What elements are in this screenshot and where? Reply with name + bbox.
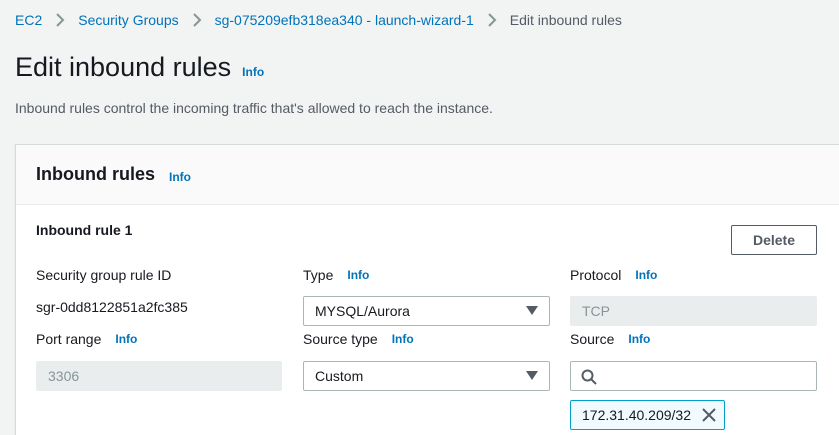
source-type-label: Source type Info (303, 331, 414, 347)
type-label-text: Type (303, 267, 334, 283)
source-type-label-text: Source type (303, 331, 378, 347)
protocol-label-text: Protocol (570, 267, 622, 283)
type-select[interactable]: MYSQL/Aurora (303, 296, 550, 326)
page-title: Edit inbound rules (15, 52, 232, 82)
chevron-right-icon (50, 12, 70, 28)
source-info-link[interactable]: Info (628, 332, 650, 346)
panel-title-info-link[interactable]: Info (169, 170, 191, 184)
panel-title: Inbound rules (36, 164, 155, 184)
type-info-link[interactable]: Info (347, 268, 369, 282)
port-range-input: 3306 (36, 361, 282, 391)
rule-title: Inbound rule 1 (36, 222, 133, 238)
rule-id-value: sgr-0dd8122851a2fc385 (36, 299, 188, 315)
port-range-value: 3306 (48, 368, 80, 384)
protocol-label: Protocol Info (570, 267, 657, 283)
breadcrumb-security-groups[interactable]: Security Groups (78, 12, 178, 28)
chevron-right-icon (482, 12, 502, 28)
close-icon[interactable] (702, 408, 716, 422)
breadcrumb-security-group[interactable]: sg-075209efb318ea340 - launch-wizard-1 (215, 12, 474, 28)
rule-id-label: Security group rule ID (36, 267, 171, 283)
protocol-value: TCP (582, 303, 610, 319)
breadcrumb-ec2[interactable]: EC2 (15, 12, 42, 28)
page-header: Edit inbound rules Info (15, 52, 264, 88)
source-search-input[interactable] (570, 361, 817, 391)
chevron-right-icon (187, 12, 207, 28)
protocol-info-link[interactable]: Info (635, 268, 657, 282)
port-range-label-text: Port range (36, 331, 102, 347)
breadcrumb-current: Edit inbound rules (509, 12, 622, 28)
inbound-rules-panel: Inbound rules Info Inbound rule 1 Delete… (15, 144, 839, 435)
port-range-info-link[interactable]: Info (115, 332, 137, 346)
source-token-label: 172.31.40.209/32 (582, 407, 691, 423)
page-title-info-link[interactable]: Info (242, 65, 264, 79)
type-select-value: MYSQL/Aurora (315, 303, 410, 319)
search-icon (581, 369, 597, 385)
panel-header: Inbound rules Info (16, 145, 839, 205)
source-type-info-link[interactable]: Info (392, 332, 414, 346)
type-label: Type Info (303, 267, 369, 283)
source-type-select-value: Custom (315, 368, 364, 384)
delete-rule-button[interactable]: Delete (731, 225, 817, 255)
source-label-text: Source (570, 331, 615, 347)
source-type-select[interactable]: Custom (303, 361, 550, 391)
source-token: 172.31.40.209/32 (570, 400, 725, 430)
breadcrumb: EC2 Security Groups sg-075209efb318ea340… (15, 10, 622, 30)
page-description: Inbound rules control the incoming traff… (15, 100, 493, 116)
protocol-input: TCP (570, 296, 817, 326)
rule-id-label-text: Security group rule ID (36, 267, 172, 283)
caret-down-icon (526, 306, 538, 315)
caret-down-icon (526, 371, 538, 380)
port-range-label: Port range Info (36, 331, 137, 347)
source-label: Source Info (570, 331, 650, 347)
